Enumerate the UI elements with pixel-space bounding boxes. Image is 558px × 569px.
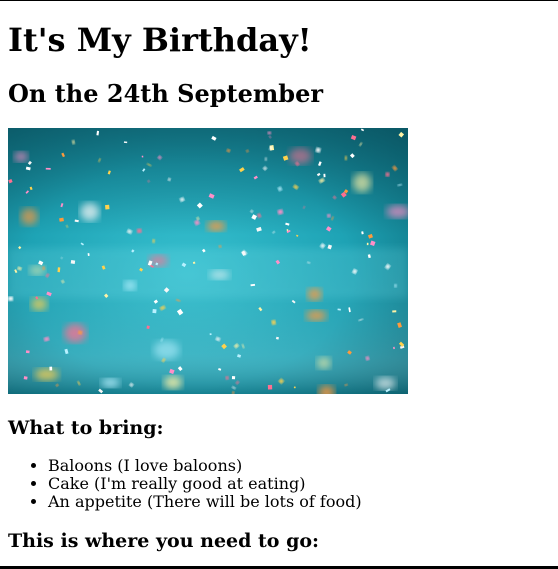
confetti-flake [231,376,236,380]
confetti-flake [25,350,30,354]
confetti-flake [141,155,144,158]
confetti-bokeh [100,378,120,388]
confetti-flake [42,266,46,270]
confetti-flake [225,376,229,380]
confetti-bokeh [288,148,312,164]
confetti-flake [57,267,61,273]
confetti-bokeh [163,376,183,389]
confetti-bokeh [352,173,372,193]
confetti-bokeh [316,357,331,369]
confetti-bokeh [20,208,38,226]
confetti-flake [152,309,157,314]
confetti-flake [136,228,142,234]
confetti-bokeh [64,323,87,343]
confetti-flake [392,310,397,313]
top-border [0,0,558,1]
confetti-flake [366,242,369,246]
confetti-bokeh [34,368,59,381]
confetti-bokeh [307,288,322,301]
confetti-flake [385,172,390,177]
confetti-flake [393,346,395,350]
confetti-flake [146,325,150,330]
confetti-flake [123,141,128,144]
confetti-bokeh [80,202,100,221]
list-item: An appetite (There will be lots of food) [48,493,362,511]
confetti-flake [23,376,28,380]
confetti-flake [267,131,272,135]
confetti-flake [45,167,51,170]
page-subtitle: On the 24th September [8,79,323,108]
confetti-flake [87,253,90,256]
list-item: Baloons (I love baloons) [48,457,362,475]
confetti-photo [8,128,408,394]
confetti-bokeh [305,310,327,321]
confetti-bokeh [375,377,396,390]
confetti-flake [394,284,397,288]
confetti-flake [77,330,83,335]
confetti-bokeh [206,221,226,232]
bring-heading: What to bring: [8,417,164,439]
confetti-flake [323,173,326,178]
confetti-flake [8,296,14,301]
confetti-flake [231,391,235,394]
confetti-photo-graphic [8,128,408,394]
confetti-bokeh [14,151,28,162]
confetti-flake [59,217,64,222]
confetti-bokeh [209,270,230,280]
confetti-flake [209,333,212,336]
confetti-flake [264,157,267,161]
confetti-bokeh [153,340,180,360]
location-heading: This is where you need to go: [8,530,320,552]
bring-list: Baloons (I love baloons) Cake (I'm reall… [48,457,362,511]
confetti-flake [152,239,155,243]
confetti-bokeh [148,255,169,267]
confetti-flake [192,261,196,264]
confetti-flake [218,244,222,248]
confetti-bokeh [124,280,137,291]
confetti-flake [105,204,110,210]
confetti-flake [49,366,53,371]
confetti-flake [267,384,273,390]
page-title: It's My Birthday! [8,21,312,59]
confetti-bokeh [30,297,48,311]
confetti-flake [70,259,76,264]
confetti-flake [326,214,331,218]
confetti-flake [271,319,276,325]
confetti-flake [344,156,347,161]
list-item: Cake (I'm really good at eating) [48,475,362,493]
